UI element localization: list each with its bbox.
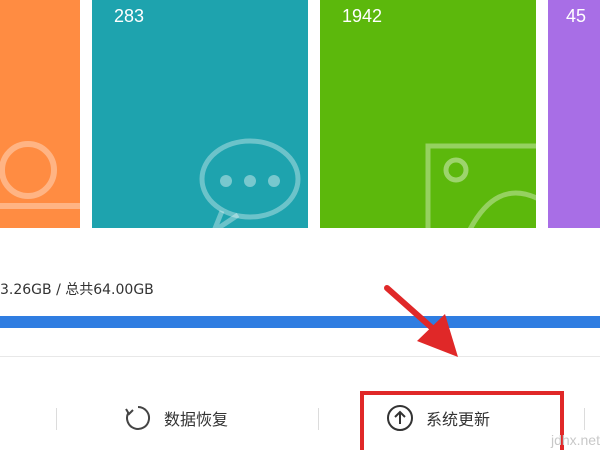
annotation-arrow-icon	[384, 285, 458, 357]
device-manager-panel: 283 1942 45 3.26GB / 总共64.00GB 数据恢复 系统更新…	[0, 0, 600, 450]
watermark-text: jdhx.net	[550, 432, 600, 448]
